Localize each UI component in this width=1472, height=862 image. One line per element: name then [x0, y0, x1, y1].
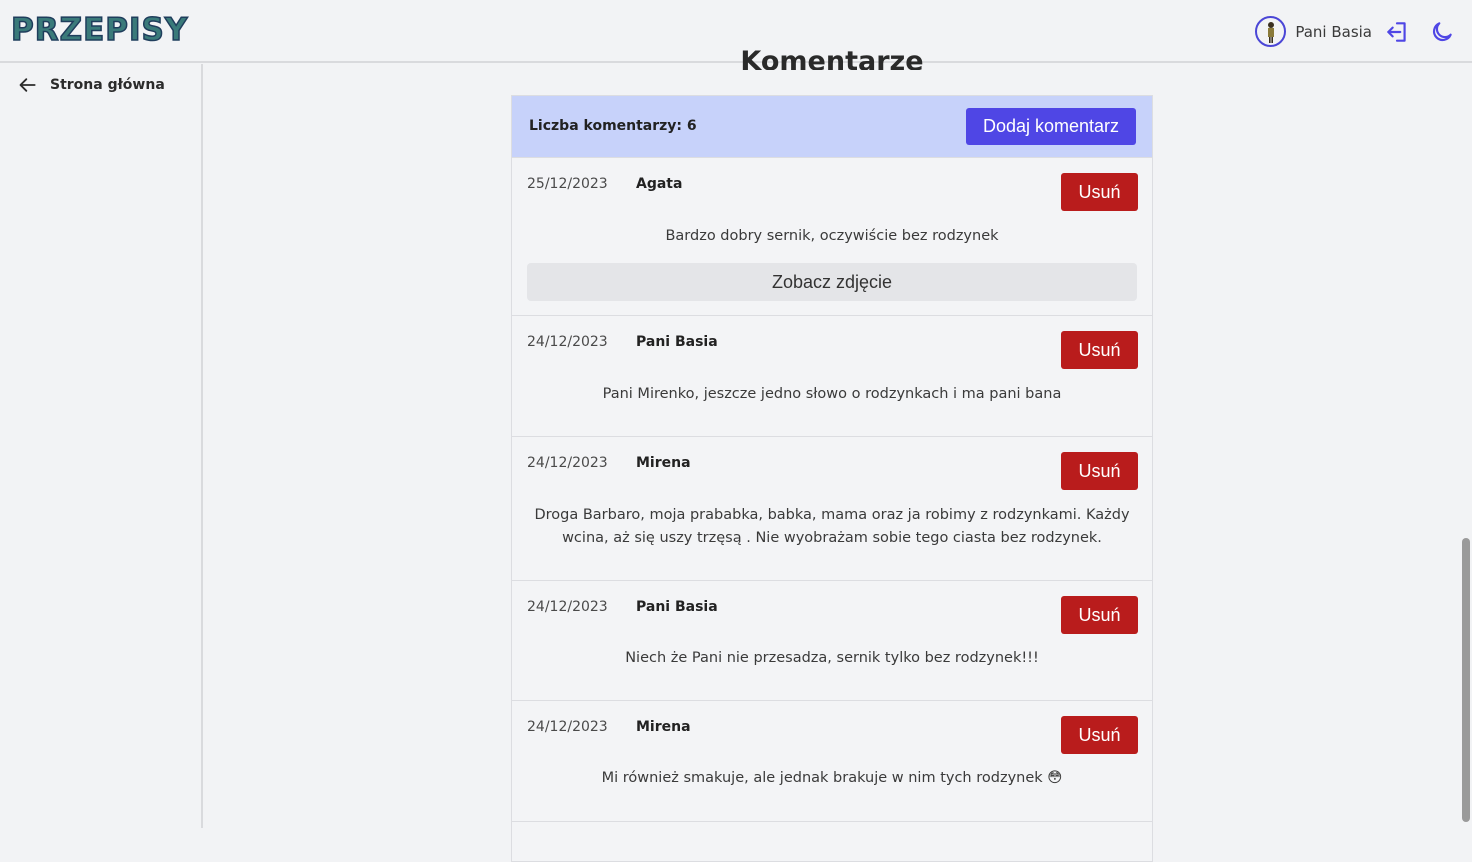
comment-text: Pani Mirenko, jeszcze jedno słowo o rodz… — [602, 386, 1062, 402]
view-photo-button[interactable]: Zobacz zdjęcie — [527, 263, 1137, 301]
user-avatar-icon — [1267, 21, 1274, 43]
comment-text: Droga Barbaro, moja prababka, babka, mam… — [534, 507, 1130, 546]
comment-date: 24/12/2023 — [527, 599, 608, 615]
comment-date: 24/12/2023 — [527, 455, 608, 471]
comment-count: Liczba komentarzy: 6 — [529, 118, 697, 134]
delete-comment-button[interactable]: Usuń — [1061, 596, 1138, 634]
comments-header: Liczba komentarzy: 6 Dodaj komentarz — [512, 96, 1152, 157]
delete-comment-button[interactable]: Usuń — [1061, 452, 1138, 490]
avatar[interactable] — [1255, 16, 1287, 47]
comment-text: Bardzo dobry sernik, oczywiście bez rodz… — [665, 228, 999, 244]
comment-author: Pani Basia — [636, 334, 718, 350]
section-title: Komentarze — [740, 46, 924, 70]
arrow-left-icon — [19, 78, 36, 92]
comment-author: Mirena — [636, 719, 691, 735]
sidebar: Strona główna — [0, 64, 203, 828]
comment-date: 24/12/2023 — [527, 334, 608, 350]
comment-item — [512, 821, 1152, 861]
user-name: Pani Basia — [1295, 22, 1372, 41]
delete-comment-button[interactable]: Usuń — [1061, 173, 1138, 211]
comment-author: Mirena — [636, 455, 691, 471]
comment-author: Agata — [636, 176, 683, 192]
comment-item: 25/12/2023 Agata Usuń Bardzo dobry serni… — [512, 157, 1152, 315]
scrollbar-thumb[interactable] — [1462, 538, 1470, 822]
delete-comment-button[interactable]: Usuń — [1061, 716, 1138, 754]
comment-item: 24/12/2023 Mirena Usuń Droga Barbaro, mo… — [512, 436, 1152, 580]
comment-author: Pani Basia — [636, 599, 718, 615]
comment-text: Mi również smakuje, ale jednak brakuje w… — [601, 770, 1063, 786]
scrollbar[interactable] — [1460, 64, 1472, 828]
user-menu[interactable]: Pani Basia — [1255, 16, 1372, 47]
comment-item: 24/12/2023 Pani Basia Usuń Pani Mirenko,… — [512, 315, 1152, 436]
comment-date: 25/12/2023 — [527, 176, 608, 192]
comment-date: 24/12/2023 — [527, 719, 608, 735]
logo[interactable]: PRZEPISY — [10, 11, 188, 49]
comments-panel: Liczba komentarzy: 6 Dodaj komentarz 25/… — [511, 95, 1153, 862]
comment-item: 24/12/2023 Mirena Usuń Mi również smakuj… — [512, 700, 1152, 821]
delete-comment-button[interactable]: Usuń — [1061, 331, 1138, 369]
dark-mode-icon[interactable] — [1429, 19, 1455, 45]
back-label: Strona główna — [50, 77, 165, 93]
comment-item: 24/12/2023 Pani Basia Usuń Niech że Pani… — [512, 580, 1152, 700]
add-comment-button[interactable]: Dodaj komentarz — [966, 108, 1136, 145]
logout-icon[interactable] — [1384, 19, 1410, 45]
comment-text: Niech że Pani nie przesadza, sernik tylk… — [625, 650, 1039, 666]
back-to-home-link[interactable]: Strona główna — [17, 75, 165, 95]
